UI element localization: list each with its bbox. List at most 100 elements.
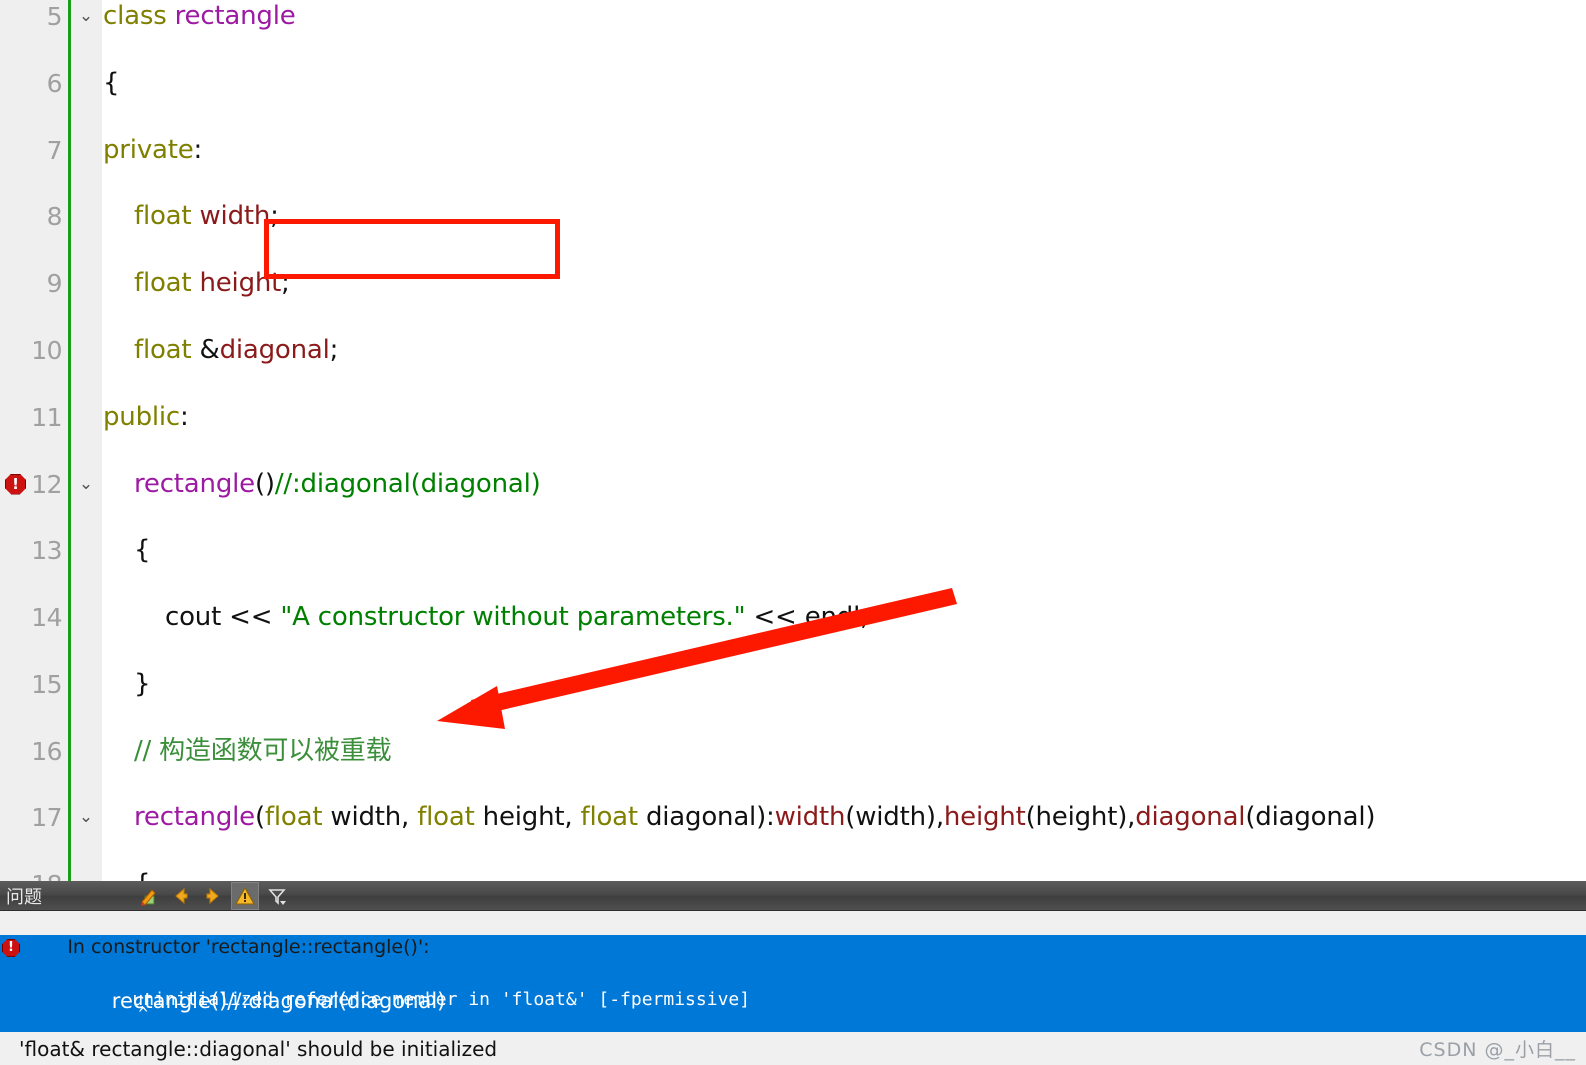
code-text: cout << "A constructor without parameter… [165, 601, 869, 634]
code-text: private: [103, 134, 202, 167]
code-line[interactable]: 8 float width; [0, 200, 1586, 233]
watermark-label: CSDN @_小白__ [1419, 1039, 1576, 1061]
code-line[interactable]: 7 private: [0, 134, 1586, 167]
code-text: float width; [134, 200, 279, 233]
line-number: 11 [31, 402, 62, 432]
error-icon: ! [2, 939, 20, 957]
code-token: rectangle [174, 1, 296, 31]
line-number: 15 [31, 669, 62, 699]
code-token: << [229, 602, 281, 633]
code-token: (height), [1025, 802, 1136, 833]
code-token: & [199, 334, 220, 365]
previous-issue-button[interactable] [167, 882, 195, 910]
code-line[interactable]: 6{ [0, 67, 1586, 100]
code-line[interactable]: 11 public: [0, 401, 1586, 434]
line-number: 10 [31, 335, 62, 365]
code-token: rectangle [134, 468, 255, 499]
code-token: rectangle [134, 802, 255, 833]
arrow-left-icon [175, 887, 188, 904]
code-token: public [103, 401, 181, 432]
line-number: 9 [46, 269, 63, 299]
code-line[interactable]: 17 ⌄ rectangle(float width, float height, … [0, 801, 1586, 834]
status-bar: 'float& rectangle::diagonal' should be i… [0, 1032, 1586, 1065]
code-token: width [199, 201, 271, 232]
code-line[interactable]: 10 float &diagonal; [0, 334, 1586, 367]
filter-warnings-button[interactable] [231, 881, 259, 910]
code-token: float [417, 802, 483, 833]
fold-toggle-icon[interactable]: ⌄ [76, 801, 96, 834]
code-line[interactable]: 5 ⌄ class rectangle [0, 0, 1586, 33]
code-token: : [180, 401, 189, 432]
line-number: 13 [31, 536, 62, 566]
code-text: { [134, 534, 151, 567]
code-editor[interactable]: 5 ⌄ class rectangle 6{7 private: 8 float width… [0, 0, 1586, 881]
code-token: width [774, 802, 846, 833]
code-token: (diagonal) [1245, 802, 1376, 833]
code-line[interactable]: 16 // 构造函数可以被重载 [0, 735, 1586, 768]
problem-error-row[interactable]: ! uninitialized reference member in 'flo… [0, 935, 1586, 1010]
code-token: width, [330, 802, 418, 833]
line-number: 17 [31, 803, 62, 833]
line-number: 5 [46, 2, 63, 31]
line-number: 12 [31, 469, 62, 499]
problems-panel: 问题 In constructor 'rectangle::rectangle(… [0, 881, 1586, 1065]
problem-context-row[interactable]: In constructor 'rectangle::rectangle()': [0, 911, 1586, 958]
code-token: diagonal [1135, 802, 1246, 833]
code-token: diagonal): [645, 802, 775, 833]
code-token: diagonal [219, 334, 330, 365]
filter-button[interactable] [263, 882, 291, 910]
line-number: 6 [46, 68, 63, 98]
pencil-eraser-icon [141, 888, 156, 906]
code-token: height, [482, 802, 581, 833]
clear-issues-button[interactable] [135, 882, 163, 910]
code-token: { [103, 67, 120, 98]
warning-triangle-icon [235, 886, 255, 904]
code-line-list: 5 ⌄ class rectangle 6{7 private: 8 float width… [0, 0, 1586, 881]
code-token: float [134, 201, 200, 232]
fold-toggle-icon[interactable]: ⌄ [76, 468, 96, 501]
code-token: height [943, 802, 1026, 833]
fold-toggle-icon[interactable]: ⌄ [76, 0, 96, 33]
code-line[interactable]: 18 { [0, 868, 1586, 881]
next-issue-button[interactable] [199, 882, 227, 910]
code-text: { [103, 67, 120, 100]
code-line[interactable]: 13 { [0, 534, 1586, 567]
funnel-icon [268, 888, 286, 905]
code-token: (width), [845, 802, 944, 833]
code-token: ( [254, 802, 265, 833]
code-text: class rectangle [103, 0, 296, 33]
problems-tab-label[interactable]: 问题 [0, 883, 135, 909]
code-token: { [134, 535, 151, 566]
code-text: rectangle()//:diagonal(diagonal) [134, 468, 541, 501]
code-token: { [134, 869, 151, 881]
line-number: 8 [46, 202, 63, 232]
code-line[interactable]: 9 float height; [0, 267, 1586, 300]
code-token: () [254, 468, 275, 499]
code-text: { [134, 868, 151, 881]
code-token: float [134, 268, 200, 299]
code-token: ; [281, 268, 290, 299]
code-token: private [103, 134, 194, 165]
code-token: : [193, 134, 203, 165]
code-token: class [103, 1, 175, 31]
line-number: 14 [31, 603, 62, 633]
code-text: float &diagonal; [134, 334, 338, 367]
code-token: ; [270, 201, 279, 232]
problem-selected-entry[interactable]: ! uninitialized reference member in 'flo… [0, 935, 1586, 1065]
code-line[interactable]: 14 cout << "A constructor without paramet… [0, 601, 1586, 634]
code-text: rectangle(float width, float height, flo… [134, 801, 1376, 834]
code-token: cout [165, 602, 230, 633]
code-token: // 构造函数可以被重载 [134, 735, 392, 766]
problem-caret-row: ^ [0, 988, 1586, 1022]
code-token: float [580, 802, 646, 833]
arrow-right-icon [206, 887, 219, 904]
code-token: << endl; [745, 602, 869, 633]
line-number: 16 [31, 736, 62, 766]
problem-source-row: rectangle()//:diagonal(diagonal) [0, 961, 1586, 1013]
code-token: "A constructor without parameters." [280, 602, 746, 633]
code-line[interactable]: ! 12 ⌄ rectangle()//:diagonal(diagonal) [0, 468, 1586, 501]
code-token: float [264, 802, 331, 833]
line-number: 18 [0, 868, 62, 881]
code-line[interactable]: 15} [0, 668, 1586, 701]
code-token: } [134, 668, 151, 699]
